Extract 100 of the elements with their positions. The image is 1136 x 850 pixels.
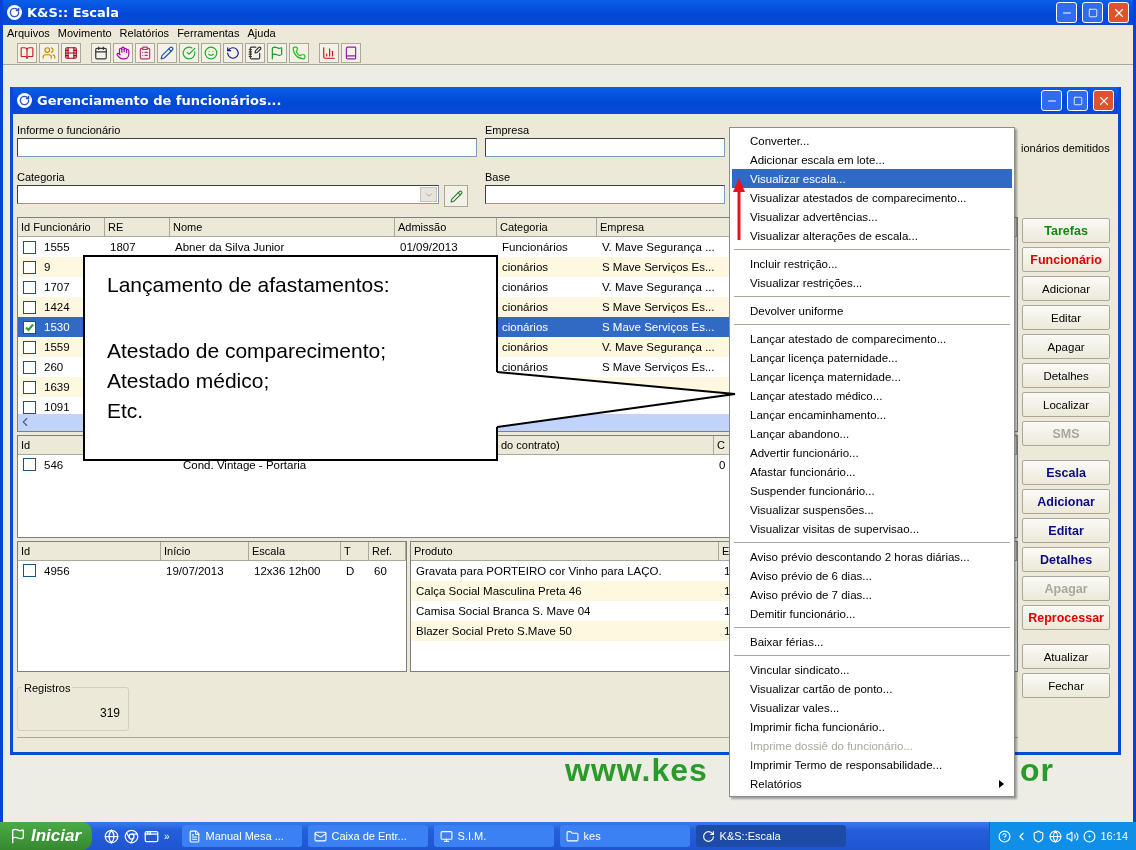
action-button[interactable]: Adicionar xyxy=(1022,276,1111,301)
action-button[interactable]: Detalhes xyxy=(1022,547,1111,572)
action-button[interactable]: Apagar xyxy=(1022,334,1111,359)
menu-item[interactable]: Afastar funcionário... xyxy=(732,462,1012,481)
menu-item[interactable]: Incluir restrição... xyxy=(732,254,1012,273)
column-header[interactable]: do contrato) xyxy=(501,438,560,451)
pencil-icon[interactable] xyxy=(444,185,468,207)
book-icon[interactable] xyxy=(17,42,37,63)
input-field[interactable] xyxy=(485,185,725,204)
checkbox[interactable] xyxy=(23,564,36,578)
column-header[interactable]: Ref. xyxy=(372,544,393,557)
more-button[interactable]: » xyxy=(164,830,170,842)
taskbar-button[interactable]: Manual Mesa ... xyxy=(181,825,302,847)
checkbox[interactable] xyxy=(23,360,36,374)
shield-icon[interactable] xyxy=(1032,829,1046,843)
menu-item[interactable]: Lançar licença paternidade... xyxy=(732,348,1012,367)
menu-item[interactable]: Aviso prévio de 7 dias... xyxy=(732,585,1012,604)
hand-icon[interactable] xyxy=(113,42,133,63)
column-header[interactable]: Id xyxy=(21,438,31,451)
menu-item[interactable]: Lançar encaminhamento... xyxy=(732,405,1012,424)
column-header[interactable]: Produto xyxy=(414,544,453,557)
menu-item[interactable]: Converter... xyxy=(732,131,1012,150)
menu-item[interactable]: Demitir funcionário... xyxy=(732,604,1012,623)
checkbox[interactable] xyxy=(23,400,36,414)
circle-icon[interactable] xyxy=(1083,829,1097,843)
maximize-icon[interactable] xyxy=(1072,95,1083,106)
column-header[interactable]: T xyxy=(344,544,351,557)
menu-item[interactable]: Relatórios xyxy=(119,27,170,39)
checkbox[interactable] xyxy=(23,340,36,354)
menu-item[interactable]: Arquivos xyxy=(7,27,50,39)
column-header[interactable]: E xyxy=(722,544,730,557)
input-field[interactable] xyxy=(485,138,725,157)
taskbar-button[interactable]: kes xyxy=(559,825,690,847)
taskbar-button[interactable]: K&S::Escala xyxy=(695,825,846,847)
book-icon[interactable] xyxy=(341,42,361,63)
menu-item[interactable]: Visualizar advertências... xyxy=(732,207,1012,226)
menu-item[interactable]: Devolver uniforme xyxy=(732,301,1012,320)
check-icon[interactable] xyxy=(179,42,199,63)
menu-item[interactable]: Lançar atestado médico... xyxy=(732,386,1012,405)
action-button[interactable]: Editar xyxy=(1022,518,1111,543)
checkbox-label[interactable]: ionários demitidos xyxy=(1021,124,1114,167)
menu-item[interactable]: Visualizar cartão de ponto... xyxy=(732,679,1012,698)
menu-item[interactable]: Visualizar vales... xyxy=(732,698,1012,717)
column-header[interactable]: Id Funcionário xyxy=(21,221,91,233)
menu-item[interactable]: Vincular sindicato... xyxy=(732,660,1012,679)
menu-item[interactable]: Relatórios xyxy=(732,774,1012,793)
checkbox[interactable] xyxy=(23,320,36,334)
maximize-button[interactable] xyxy=(1067,90,1088,111)
clipboard-icon[interactable] xyxy=(135,42,155,63)
column-header[interactable]: Nome xyxy=(173,221,203,233)
menu-item[interactable]: Ferramentas xyxy=(177,27,240,39)
checkbox[interactable] xyxy=(23,260,36,274)
menu-item[interactable]: Movimento xyxy=(57,27,112,39)
menu-item[interactable]: Adicionar escala em lote... xyxy=(732,150,1012,169)
menu-item[interactable]: Advertir funcionário... xyxy=(732,443,1012,462)
menu-item[interactable]: Ajuda xyxy=(247,27,276,39)
menu-item[interactable]: Suspender funcionário... xyxy=(732,481,1012,500)
action-button[interactable]: Atualizar xyxy=(1022,644,1111,669)
column-header[interactable]: Empresa xyxy=(600,221,645,233)
column-header[interactable]: Categoria xyxy=(500,221,548,233)
menu-item[interactable]: Lançar licença maternidade... xyxy=(732,367,1012,386)
action-button[interactable]: Escala xyxy=(1022,460,1111,485)
maximize-icon[interactable] xyxy=(1087,7,1098,18)
checkbox[interactable] xyxy=(23,380,36,394)
menu-item[interactable]: Imprimir Termo de responsabilidade... xyxy=(732,755,1012,774)
checkbox[interactable] xyxy=(23,300,36,314)
pencil-icon[interactable] xyxy=(157,42,177,63)
refresh-icon[interactable] xyxy=(223,42,243,63)
action-button[interactable]: Reprocessar xyxy=(1022,605,1111,630)
column-header[interactable]: RE xyxy=(108,221,124,233)
action-button[interactable]: Fechar xyxy=(1022,673,1111,698)
action-button[interactable]: Adicionar xyxy=(1022,489,1111,514)
column-header[interactable]: Admissão xyxy=(398,221,447,233)
checkbox[interactable] xyxy=(23,458,36,472)
speaker-icon[interactable] xyxy=(1066,829,1080,843)
chart-icon[interactable] xyxy=(319,42,339,63)
notepad-icon[interactable] xyxy=(245,42,265,63)
help-icon[interactable] xyxy=(998,829,1012,843)
menu-item[interactable]: Visualizar visitas de supervisao... xyxy=(732,519,1012,538)
column-header[interactable]: Início xyxy=(164,544,191,557)
menu-item[interactable]: Visualizar escala... xyxy=(732,169,1012,188)
menu-item[interactable]: Visualizar atestados de comparecimento... xyxy=(732,188,1012,207)
action-button[interactable]: Funcionário xyxy=(1022,247,1111,272)
dropdown-field[interactable] xyxy=(17,185,439,204)
column-header[interactable]: Escala xyxy=(252,544,286,557)
maximize-button[interactable] xyxy=(1082,2,1103,23)
browser-icon[interactable] xyxy=(124,828,139,844)
action-button[interactable]: Localizar xyxy=(1022,392,1111,417)
calendar-icon[interactable] xyxy=(91,42,111,63)
menu-item[interactable]: Aviso prévio descontando 2 horas diárias... xyxy=(732,547,1012,566)
menu-item[interactable]: Lançar atestado de comparecimento... xyxy=(732,329,1012,348)
taskbar-button[interactable]: S.I.M. xyxy=(433,825,554,847)
checkbox[interactable] xyxy=(23,280,36,294)
taskbar-button[interactable]: Caixa de Entr... xyxy=(307,825,428,847)
input-field[interactable] xyxy=(17,138,477,157)
menu-item[interactable]: Aviso prévio de 6 dias... xyxy=(732,566,1012,585)
checkbox[interactable] xyxy=(23,240,36,254)
globe-icon[interactable] xyxy=(1049,829,1063,843)
action-button[interactable]: Editar xyxy=(1022,305,1111,330)
menu-item[interactable]: Imprimir ficha funcionário.. xyxy=(732,717,1012,736)
